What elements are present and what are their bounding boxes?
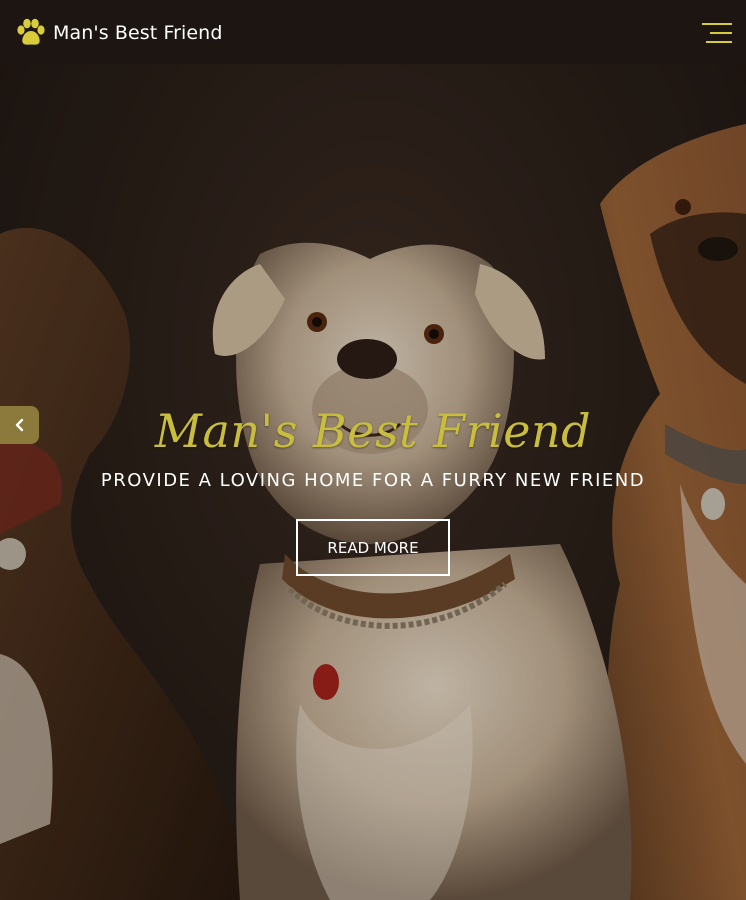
- paw-icon: [17, 18, 45, 45]
- hero-title: Man's Best Friend: [154, 404, 592, 458]
- hamburger-menu-icon[interactable]: [702, 20, 732, 46]
- brand-name: Man's Best Friend: [53, 22, 223, 44]
- hero-carousel: Man's Best Friend PROVIDE A LOVING HOME …: [0, 64, 746, 900]
- brand-link[interactable]: Man's Best Friend: [14, 16, 222, 50]
- page: Man's Best Friend Man's Best Friend PROV…: [0, 0, 746, 900]
- hero-subtitle: PROVIDE A LOVING HOME FOR A FURRY NEW FR…: [100, 470, 646, 491]
- navbar: Man's Best Friend: [0, 0, 746, 64]
- read-more-button[interactable]: READ MORE: [296, 519, 450, 576]
